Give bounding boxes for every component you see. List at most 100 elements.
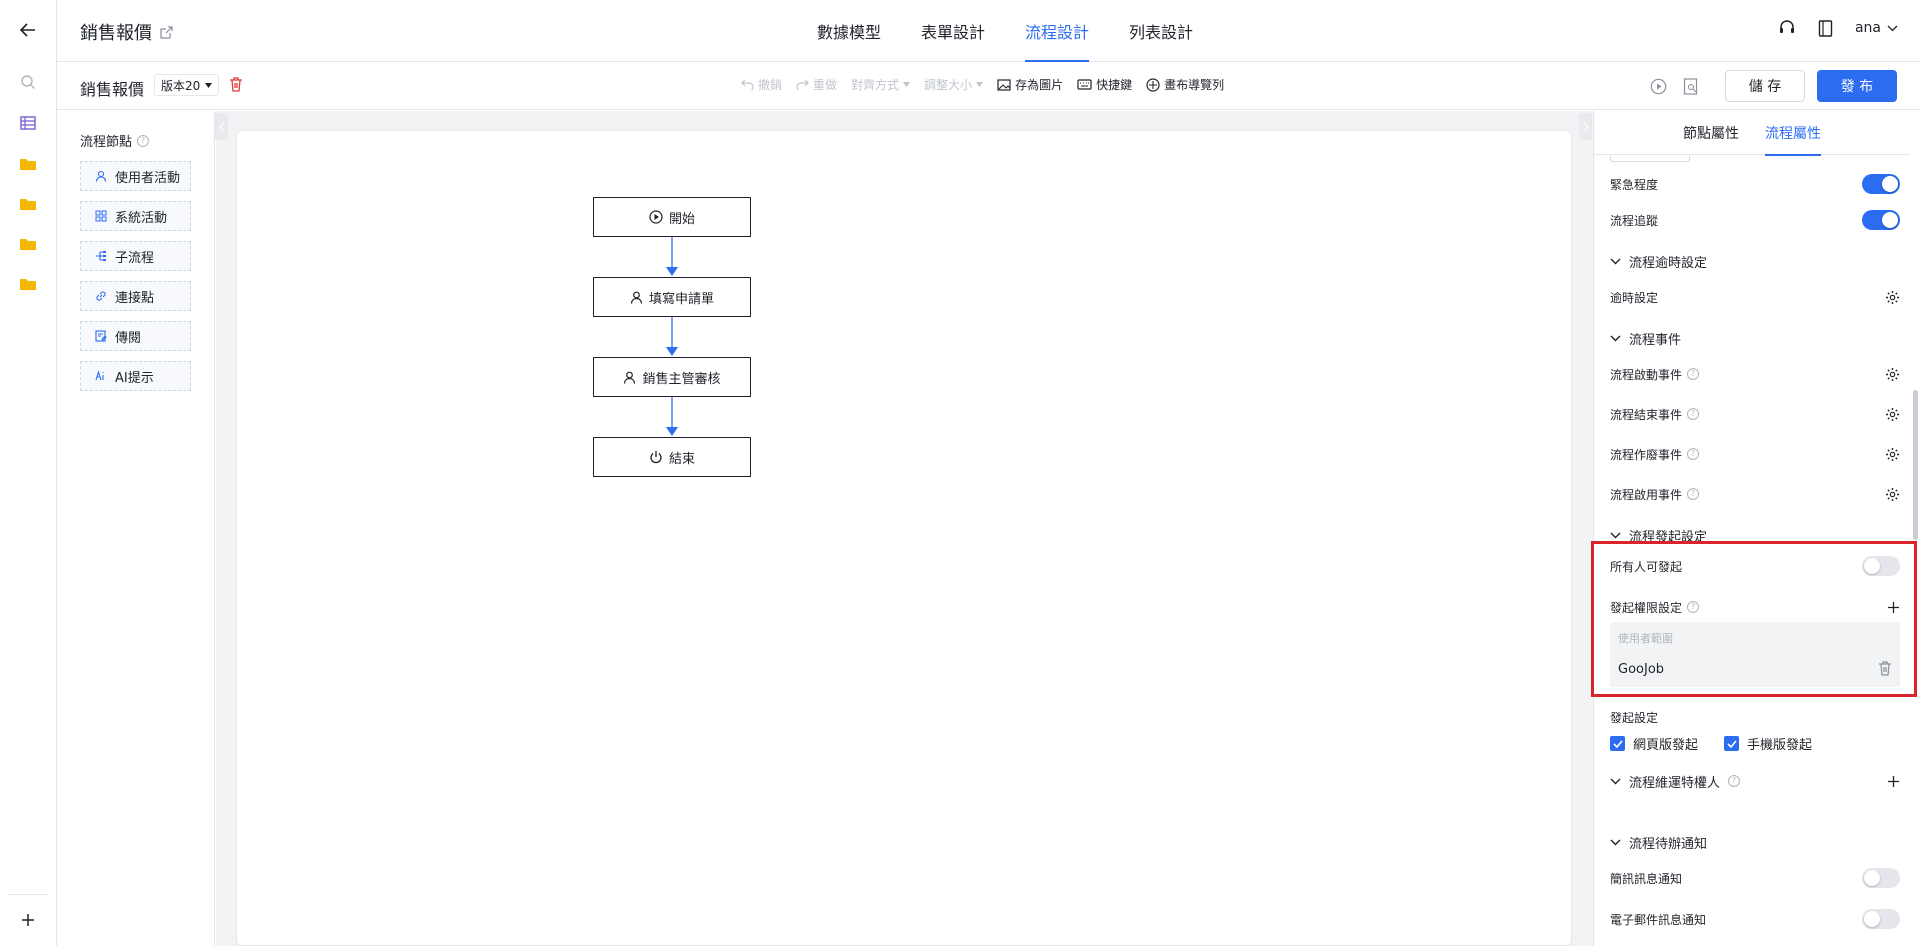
properties-scrollbar[interactable] [1913,390,1918,540]
node-item-system-activity[interactable]: 系統活動 [80,201,191,231]
back-arrow-icon[interactable] [0,16,56,44]
trash-icon[interactable] [229,77,243,92]
tab-flow-design[interactable]: 流程設計 [1005,0,1109,62]
run-icon[interactable] [1650,78,1667,95]
truncated-input[interactable] [1610,156,1690,162]
tab-node-properties[interactable]: 節點屬性 [1683,111,1739,155]
gear-icon[interactable] [1885,290,1900,305]
tracking-label: 流程追蹤 [1610,213,1659,228]
help-icon[interactable]: ? [137,134,150,147]
preview-icon[interactable] [1683,77,1699,95]
add-icon[interactable] [0,906,56,934]
email-notify-toggle[interactable] [1862,909,1900,929]
user-menu[interactable]: ana [1855,20,1898,36]
gear-icon[interactable] [1885,447,1900,462]
toolbar-tools: 撤銷 重做 對齊方式 調整大小 存為圖片 快捷鍵 畫布導覽列 [741,76,1224,93]
tab-list-design[interactable]: 列表設計 [1109,0,1213,62]
save-button[interactable]: 儲 存 [1725,70,1805,102]
collapse-right-handle[interactable] [1579,113,1592,140]
node-item-circulate[interactable]: 傳閱 [80,321,191,351]
flow-nodes-panel: 流程節點 ? 使用者活動 系統活動 子流程 連接點 傳閱 AI提示 [57,111,215,946]
tab-data-model[interactable]: 數據模型 [797,0,901,62]
play-icon [649,210,663,224]
email-notify-label: 電子郵件訊息通知 [1610,912,1707,927]
gear-icon[interactable] [1885,487,1900,502]
tracking-row: 流程追蹤 [1610,208,1900,232]
gear-icon[interactable] [1885,407,1900,422]
node-item-ai-prompt[interactable]: AI提示 [80,361,191,391]
tab-flow-properties[interactable]: 流程屬性 [1765,111,1821,156]
version-value: 版本20 [161,78,201,93]
sms-notify-toggle[interactable] [1862,868,1900,888]
node-item-subflow[interactable]: 子流程 [80,241,191,271]
redo-label: 重做 [813,78,838,92]
canvas-nav-button[interactable]: 畫布導覽列 [1146,76,1224,93]
sms-notify-row: 簡訊訊息通知 [1610,866,1900,890]
shortcuts-button[interactable]: 快捷鍵 [1077,76,1132,93]
table-icon[interactable] [0,109,56,137]
caret-down-icon [205,82,213,88]
urgency-toggle[interactable] [1862,174,1900,194]
folder-icon[interactable] [0,229,56,257]
event-label: 流程作廢事件 [1610,447,1683,462]
chevron-down-icon [1610,258,1621,264]
align-dropdown[interactable]: 對齊方式 [851,76,911,93]
app-title-text: 銷售報價 [80,23,152,44]
collapse-left-handle[interactable] [215,113,228,140]
folder-icon[interactable] [0,269,56,297]
nodes-panel-title: 流程節點 ? [80,131,150,150]
toolbar-right: 儲 存 發 布 [1650,70,1897,102]
web-initiate-checkbox[interactable]: 網頁版發起 [1610,734,1698,753]
node-item-label: 系統活動 [115,210,168,226]
save-image-button[interactable]: 存為圖片 [997,76,1063,93]
redo-button[interactable]: 重做 [796,76,837,93]
flow-node-fill-form[interactable]: 填寫申請單 [593,277,751,317]
publish-button[interactable]: 發 布 [1817,70,1897,102]
book-icon[interactable] [1818,19,1833,37]
external-link-icon[interactable] [160,25,173,39]
timeout-section-header[interactable]: 流程逾時設定 [1610,249,1900,273]
urgency-label: 緊急程度 [1610,177,1659,192]
chevron-down-icon [1610,532,1621,538]
folder-icon[interactable] [0,189,56,217]
web-initiate-label: 網頁版發起 [1633,738,1699,753]
node-item-label: 子流程 [115,250,155,266]
search-icon[interactable] [0,68,56,96]
gear-icon[interactable] [1885,367,1900,382]
redo-icon [796,79,809,90]
left-rail [0,0,57,946]
help-icon[interactable]: ? [1687,368,1700,380]
flow-canvas[interactable] [236,130,1572,946]
version-select[interactable]: 版本20 [154,74,220,96]
resize-dropdown[interactable]: 調整大小 [924,76,984,93]
chevron-down-icon [1610,335,1621,341]
undo-button[interactable]: 撤銷 [741,76,782,93]
node-item-user-activity[interactable]: 使用者活動 [80,161,191,191]
chevron-left-icon [218,122,224,131]
flow-node-start[interactable]: 開始 [593,197,751,237]
events-section-header[interactable]: 流程事件 [1610,326,1900,350]
tracking-toggle[interactable] [1862,210,1900,230]
folder-icon[interactable] [0,149,56,177]
todo-section-header[interactable]: 流程待辦通知 [1610,830,1900,854]
app-title: 銷售報價 [80,19,173,45]
help-icon[interactable]: ? [1728,775,1741,787]
flow-node-end[interactable]: 結束 [593,437,751,477]
help-icon[interactable]: ? [1687,488,1700,500]
maintenance-section-header[interactable]: 流程維運特權人 ? [1610,769,1900,793]
headset-support-icon[interactable] [1778,19,1796,37]
node-item-label: 連接點 [115,290,155,306]
node-item-label: AI提示 [115,370,154,386]
flow-node-manager-review[interactable]: 銷售主管審核 [593,357,751,397]
mobile-initiate-checkbox[interactable]: 手機版發起 [1724,734,1812,753]
add-icon[interactable] [1887,775,1900,788]
urgency-row: 緊急程度 [1610,172,1900,196]
user-icon [630,291,643,304]
main-tabs: 數據模型 表單設計 流程設計 列表設計 [797,0,1213,62]
event-row-end: 流程結束事件? [1610,402,1900,426]
tab-form-design[interactable]: 表單設計 [901,0,1005,62]
help-icon[interactable]: ? [1687,448,1700,460]
help-icon[interactable]: ? [1687,408,1700,420]
node-item-connector[interactable]: 連接點 [80,281,191,311]
event-row-start: 流程啟動事件? [1610,362,1900,386]
